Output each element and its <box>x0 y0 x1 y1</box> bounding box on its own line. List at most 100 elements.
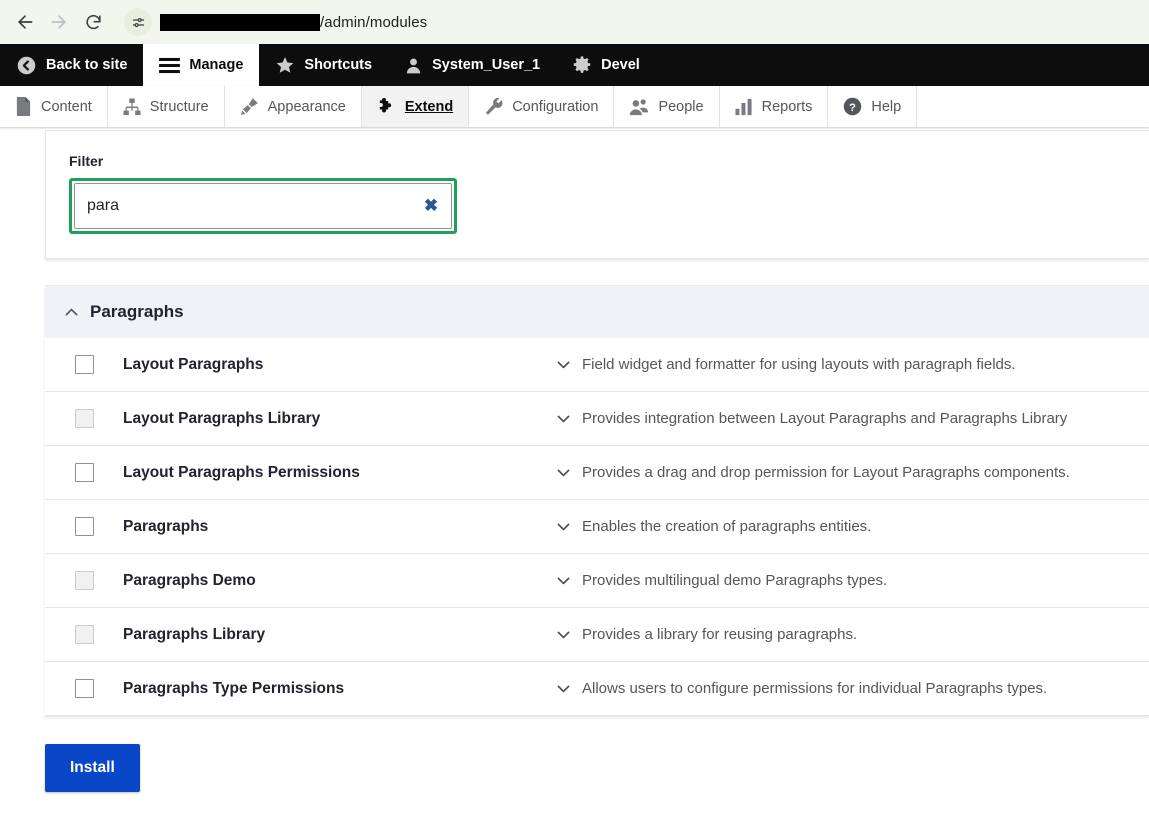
module-enable-cell <box>45 679 123 698</box>
browser-reload-button[interactable] <box>78 7 108 37</box>
module-description: Provides a drag and drop permission for … <box>582 464 1070 481</box>
tab-help[interactable]: ? Help <box>828 86 918 127</box>
module-name: Paragraphs <box>123 517 209 535</box>
chevron-down-icon[interactable] <box>555 410 572 427</box>
address-bar[interactable]: /admin/modules <box>120 7 1139 37</box>
module-name: Paragraphs Demo <box>123 571 256 589</box>
chevron-down-icon[interactable] <box>555 572 572 589</box>
module-description-cell: Provides integration between Layout Para… <box>555 410 1149 427</box>
module-description: Provides a library for reusing paragraph… <box>582 626 858 643</box>
module-description-cell: Provides multilingual demo Paragraphs ty… <box>555 572 1149 589</box>
module-enable-cell <box>45 517 123 536</box>
tab-label: Reports <box>761 98 813 115</box>
tab-label: Content <box>41 98 92 115</box>
tab-label: Configuration <box>512 98 599 115</box>
install-button[interactable]: Install <box>45 744 140 792</box>
module-enable-checkbox[interactable] <box>74 679 94 698</box>
tab-bar-filler <box>917 86 1149 127</box>
tab-structure[interactable]: Structure <box>108 86 225 127</box>
table-row: Layout Paragraphs Library Provides integ… <box>45 392 1149 446</box>
clear-filter-icon[interactable]: ✖ <box>411 184 451 228</box>
modules-table: Paragraphs Layout Paragraphs Field widge… <box>45 285 1149 716</box>
toolbar-item-devel[interactable]: Devel <box>556 44 656 86</box>
module-description-cell: Enables the creation of paragraphs entit… <box>555 518 1149 535</box>
module-enable-cell <box>45 463 123 482</box>
tab-label: Structure <box>149 98 209 115</box>
chevron-down-icon[interactable] <box>555 626 572 643</box>
module-description: Field widget and formatter for using lay… <box>582 356 1016 373</box>
module-name: Layout Paragraphs Library <box>123 409 321 427</box>
toolbar-item-label: System_User_1 <box>432 57 541 73</box>
tab-content[interactable]: Content <box>0 86 108 127</box>
module-description-cell: Provides a drag and drop permission for … <box>555 464 1149 481</box>
module-enable-checkbox[interactable] <box>74 355 94 374</box>
back-arrow-icon <box>16 55 37 76</box>
module-description-cell: Field widget and formatter for using lay… <box>555 356 1149 373</box>
table-row: Paragraphs Type Permissions Allows users… <box>45 662 1149 716</box>
module-description-cell: Allows users to configure permissions fo… <box>555 680 1149 697</box>
module-enable-cell <box>45 571 123 590</box>
browser-back-button[interactable] <box>10 7 40 37</box>
tab-extend[interactable]: Extend <box>361 86 470 127</box>
module-enable-cell <box>45 409 123 428</box>
filter-panel: Filter ✖ <box>45 130 1149 259</box>
tab-label: People <box>658 98 704 115</box>
toolbar-item-manage[interactable]: Manage <box>143 44 260 86</box>
admin-tab-bar: Content Structure Appearance Extend Conf… <box>0 86 1149 127</box>
people-icon <box>629 98 649 116</box>
tab-label: Appearance <box>267 98 346 115</box>
user-icon <box>404 56 423 75</box>
table-row: Paragraphs Library Provides a library fo… <box>45 608 1149 662</box>
toolbar-item-back-to-site[interactable]: Back to site <box>0 44 143 86</box>
gear-icon <box>572 55 592 75</box>
module-name: Layout Paragraphs Permissions <box>123 463 360 481</box>
document-icon <box>15 97 32 116</box>
form-actions: Install <box>0 716 1149 792</box>
module-description: Provides multilingual demo Paragraphs ty… <box>582 572 888 589</box>
module-name: Layout Paragraphs <box>123 355 264 373</box>
browser-forward-button[interactable] <box>44 7 74 37</box>
chevron-up-icon <box>63 304 80 321</box>
module-description: Provides integration between Layout Para… <box>582 410 1068 427</box>
toolbar-item-label: Shortcuts <box>304 57 373 73</box>
module-name: Paragraphs Library <box>123 625 266 643</box>
module-enable-checkbox[interactable] <box>74 463 94 482</box>
module-enable-checkbox[interactable] <box>74 517 94 536</box>
toolbar-item-label: Back to site <box>46 57 128 73</box>
chevron-down-icon[interactable] <box>555 680 572 697</box>
tab-configuration[interactable]: Configuration <box>469 86 615 127</box>
module-description: Enables the creation of paragraphs entit… <box>582 518 872 535</box>
module-description: Allows users to configure permissions fo… <box>582 680 1048 697</box>
module-enable-cell <box>45 625 123 644</box>
tab-label: Help <box>871 98 902 115</box>
structure-icon <box>123 97 141 116</box>
url-text: /admin/modules <box>160 13 427 31</box>
chevron-down-icon[interactable] <box>555 464 572 481</box>
module-description-cell: Provides a library for reusing paragraph… <box>555 626 1149 643</box>
toolbar-item-label: Manage <box>189 57 244 73</box>
paintbrush-icon <box>240 97 259 116</box>
star-icon <box>275 55 295 75</box>
toolbar-item-user[interactable]: System_User_1 <box>388 44 556 86</box>
toolbar-item-shortcuts[interactable]: Shortcuts <box>259 44 388 86</box>
package-header-paragraphs[interactable]: Paragraphs <box>45 286 1149 338</box>
filter-label: Filter <box>69 153 104 169</box>
toolbar-item-label: Devel <box>601 57 640 73</box>
tab-people[interactable]: People <box>614 86 720 127</box>
filter-input[interactable] <box>75 197 411 215</box>
chevron-down-icon[interactable] <box>555 518 572 535</box>
table-row: Paragraphs Enables the creation of parag… <box>45 500 1149 554</box>
tab-appearance[interactable]: Appearance <box>225 86 362 127</box>
page-content: Filter ✖ Paragraphs Layout Paragraphs <box>0 127 1149 792</box>
wrench-icon <box>484 97 503 116</box>
chevron-down-icon[interactable] <box>555 356 572 373</box>
browser-chrome: /admin/modules <box>0 0 1149 44</box>
tab-reports[interactable]: Reports <box>720 86 829 127</box>
module-enable-cell <box>45 355 123 374</box>
site-settings-icon[interactable] <box>124 8 152 36</box>
filter-focus-ring: ✖ <box>69 178 457 234</box>
table-row: Layout Paragraphs Field widget and forma… <box>45 338 1149 392</box>
module-enable-checkbox <box>74 625 94 644</box>
module-enable-checkbox <box>74 571 94 590</box>
bar-chart-icon <box>735 98 753 116</box>
